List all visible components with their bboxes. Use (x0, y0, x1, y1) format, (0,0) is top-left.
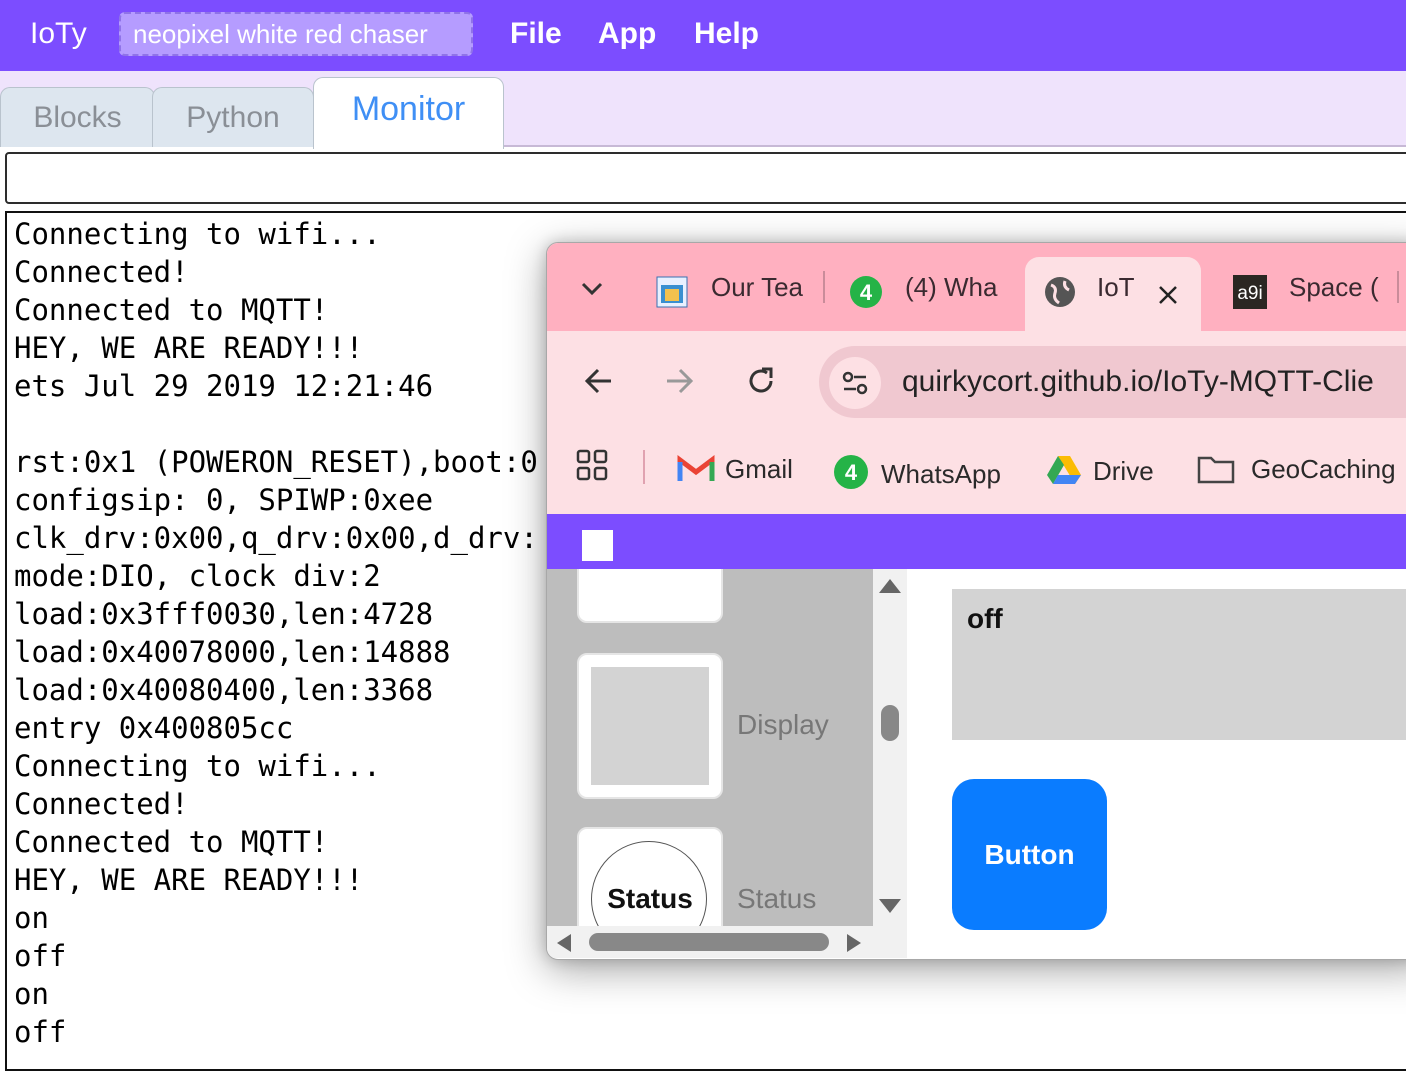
bookmark-label: GeoCaching (1251, 454, 1396, 484)
mqtt-app-header (547, 514, 1406, 569)
bookmark-gmail[interactable]: Gmail (677, 454, 793, 485)
palette-card-partial[interactable] (577, 569, 723, 623)
tab-label: Our Tea (711, 272, 804, 302)
dashboard-canvas: off Button (907, 569, 1406, 959)
palette-label-display: Display (737, 709, 829, 740)
forward-arrow-icon[interactable] (661, 363, 697, 399)
console-line: off (14, 1015, 67, 1049)
console-line: load:0x40078000,len:14888 (14, 635, 451, 669)
console-line: configsip: 0, SPIWP:0xee (14, 483, 434, 517)
bookmark-geocaching[interactable]: GeoCaching (1197, 454, 1396, 485)
bookmark-label: WhatsApp (881, 459, 1001, 489)
scroll-thumb[interactable] (589, 933, 829, 951)
address-bar[interactable]: quirkycort.github.io/IoTy-MQTT-Clie (819, 346, 1406, 418)
scroll-right-arrow-icon[interactable] (847, 934, 861, 952)
bookmarks-bar: Gmail 4 WhatsApp Drive GeoCaching (547, 426, 1406, 514)
console-line: HEY, WE ARE READY!!! (14, 331, 364, 365)
browser-tab-strip: Our Tea 4 (4) Wha IoT a9i Space ( (547, 243, 1406, 331)
tab-python[interactable]: Python (152, 87, 314, 147)
dashboard-button[interactable]: Button (952, 779, 1107, 930)
drive-icon (1045, 454, 1083, 486)
site-settings-icon[interactable] (829, 357, 881, 409)
serial-command-input[interactable] (5, 152, 1406, 204)
browser-tab-icpc[interactable]: Our Tea (655, 257, 810, 317)
bookmark-whatsapp[interactable]: 4 WhatsApp (833, 454, 1001, 490)
close-tab-icon[interactable] (1153, 271, 1183, 304)
console-line: mode:DIO, clock div:2 (14, 559, 381, 593)
console-line: Connected to MQTT! (14, 825, 329, 859)
ioty-header: IoTy neopixel white red chaser File App … (0, 0, 1406, 71)
widget-palette[interactable]: Display Status Status (547, 569, 873, 926)
menu-file[interactable]: File (510, 17, 562, 51)
tab-label: (4) Wha (905, 272, 998, 302)
a9i-favicon: a9i (1233, 270, 1267, 309)
bookmark-separator (643, 450, 645, 484)
scroll-down-arrow-icon[interactable] (879, 899, 901, 913)
reload-icon[interactable] (743, 363, 779, 399)
tab-separator (823, 271, 825, 303)
whatsapp-icon: 4 (833, 454, 871, 489)
project-name-field[interactable]: neopixel white red chaser (119, 12, 473, 56)
whatsapp-favicon: 4 (849, 270, 883, 308)
folder-icon (1197, 454, 1235, 484)
tab-blocks[interactable]: Blocks (0, 87, 155, 147)
console-line: HEY, WE ARE READY!!! (14, 863, 364, 897)
tab-separator (1397, 271, 1399, 303)
console-line: entry 0x400805cc (14, 711, 294, 745)
bookmark-label: Drive (1093, 456, 1154, 486)
app-brand[interactable]: IoTy (30, 17, 87, 51)
status-card-text: Status (607, 883, 693, 914)
display-widget[interactable]: off (952, 589, 1406, 740)
console-line: Connecting to wifi... (14, 749, 381, 783)
console-line: load:0x3fff0030,len:4728 (14, 597, 434, 631)
editor-tab-bar: Blocks Python Monitor (0, 71, 1406, 149)
bookmark-drive[interactable]: Drive (1045, 454, 1154, 487)
console-line: off (14, 939, 67, 973)
console-line: Connecting to wifi... (14, 217, 381, 251)
console-line: rst:0x1 (POWERON_RESET),boot:0 (14, 445, 538, 479)
palette-card-status[interactable]: Status (577, 827, 723, 926)
svg-text:4: 4 (845, 460, 858, 485)
console-line: on (14, 901, 49, 935)
console-line: Connected! (14, 787, 189, 821)
palette-card-display[interactable] (577, 653, 723, 799)
browser-tab-whatsapp[interactable]: 4 (4) Wha (849, 257, 999, 317)
globe-icon (1043, 270, 1077, 307)
console-line: load:0x40080400,len:3368 (14, 673, 434, 707)
console-line: Connected to MQTT! (14, 293, 329, 327)
url-text[interactable]: quirkycort.github.io/IoTy-MQTT-Clie (902, 365, 1374, 399)
scroll-left-arrow-icon[interactable] (557, 934, 571, 952)
browser-window[interactable]: Our Tea 4 (4) Wha IoT a9i Space (quirky… (546, 242, 1406, 960)
tab-monitor[interactable]: Monitor (313, 77, 504, 149)
svg-text:4: 4 (860, 280, 873, 305)
display-preview (591, 667, 709, 785)
menu-app[interactable]: App (598, 17, 656, 51)
scroll-up-arrow-icon[interactable] (879, 579, 901, 593)
svg-text:a9i: a9i (1237, 283, 1262, 304)
back-arrow-icon[interactable] (581, 363, 617, 399)
palette-vertical-scrollbar[interactable] (873, 569, 907, 926)
apps-grid-icon[interactable] (575, 448, 609, 482)
bookmark-label: Gmail (725, 454, 793, 484)
console-line: clk_drv:0x00,q_drv:0x00,d_drv: (14, 521, 538, 555)
tab-label: Space ( (1289, 272, 1379, 302)
tab-label: IoT (1097, 272, 1135, 302)
browser-tab-ioty[interactable]: IoT (1025, 257, 1201, 331)
menu-toggle-icon[interactable] (582, 530, 613, 561)
icpc-favicon (655, 270, 689, 308)
tab-search-chevron-icon[interactable] (577, 273, 607, 303)
gmail-icon (677, 454, 715, 484)
console-line: ets Jul 29 2019 12:21:46 (14, 369, 434, 403)
palette-horizontal-scrollbar[interactable] (547, 926, 907, 958)
console-line: on (14, 977, 49, 1011)
display-value: off (967, 603, 1003, 634)
browser-tab-space[interactable]: a9i Space ( (1233, 257, 1383, 317)
menu-help[interactable]: Help (694, 17, 759, 51)
console-line: Connected! (14, 255, 189, 289)
palette-label-status: Status (737, 883, 817, 914)
browser-toolbar: quirkycort.github.io/IoTy-MQTT-Clie (547, 331, 1406, 426)
scroll-thumb[interactable] (881, 705, 899, 741)
